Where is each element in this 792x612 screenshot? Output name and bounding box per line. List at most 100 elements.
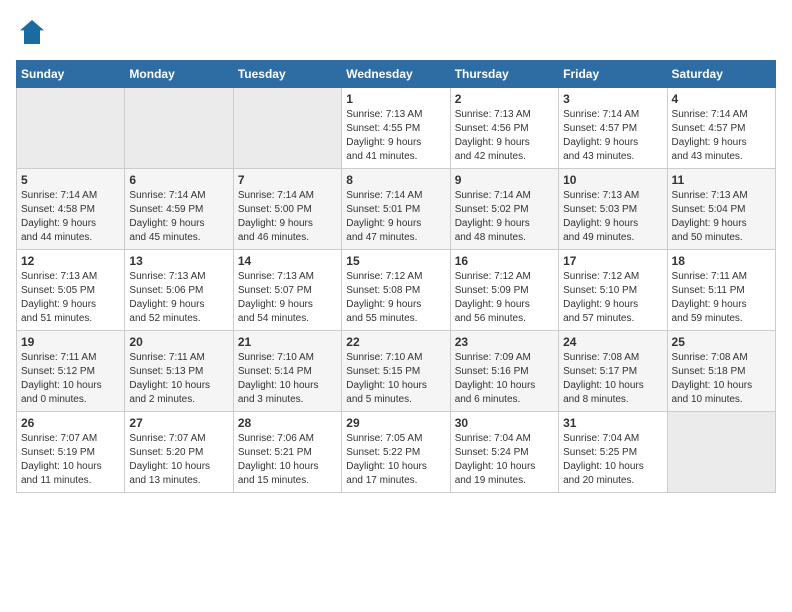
- day-number: 28: [238, 416, 337, 430]
- day-number: 8: [346, 173, 445, 187]
- calendar-cell: 26 Sunrise: 7:07 AM Sunset: 5:19 PM Dayli…: [17, 412, 125, 493]
- calendar-cell: 28 Sunrise: 7:06 AM Sunset: 5:21 PM Dayli…: [233, 412, 341, 493]
- day-info: Sunrise: 7:13 AM Sunset: 4:56 PM Dayligh…: [455, 108, 554, 164]
- day-info: Sunrise: 7:14 AM Sunset: 4:59 PM Dayligh…: [129, 189, 228, 245]
- calendar-cell: 29 Sunrise: 7:05 AM Sunset: 5:22 PM Dayli…: [342, 412, 450, 493]
- day-number: 9: [455, 173, 554, 187]
- calendar-cell: 27Sunrise: 7:07 AM Sunset: 5:20 PM Dayli…: [125, 412, 233, 493]
- day-info: Sunrise: 7:08 AM Sunset: 5:18 PM Dayligh…: [672, 351, 771, 407]
- calendar-cell: 13 Sunrise: 7:13 AM Sunset: 5:06 PM Dayli…: [125, 250, 233, 331]
- calendar-cell: 7 Sunrise: 7:14 AM Sunset: 5:00 PM Daylig…: [233, 169, 341, 250]
- day-number: 25: [672, 335, 771, 349]
- calendar-cell: 8 Sunrise: 7:14 AM Sunset: 5:01 PM Daylig…: [342, 169, 450, 250]
- day-number: 4: [672, 92, 771, 106]
- calendar-cell: 15Sunrise: 7:12 AM Sunset: 5:08 PM Dayli…: [342, 250, 450, 331]
- weekday-header: Tuesday: [233, 61, 341, 88]
- calendar-week-row: 1 Sunrise: 7:13 AM Sunset: 4:55 PM Daylig…: [17, 88, 776, 169]
- day-info: Sunrise: 7:04 AM Sunset: 5:25 PM Dayligh…: [563, 432, 662, 488]
- day-number: 19: [21, 335, 120, 349]
- day-info: Sunrise: 7:13 AM Sunset: 5:07 PM Dayligh…: [238, 270, 337, 326]
- weekday-header: Monday: [125, 61, 233, 88]
- day-info: Sunrise: 7:07 AM Sunset: 5:19 PM Dayligh…: [21, 432, 120, 488]
- day-info: Sunrise: 7:14 AM Sunset: 5:01 PM Dayligh…: [346, 189, 445, 245]
- day-number: 31: [563, 416, 662, 430]
- calendar-cell: 22 Sunrise: 7:10 AM Sunset: 5:15 PM Dayli…: [342, 331, 450, 412]
- day-info: Sunrise: 7:12 AM Sunset: 5:08 PM Dayligh…: [346, 270, 445, 326]
- calendar-cell: 25 Sunrise: 7:08 AM Sunset: 5:18 PM Dayli…: [667, 331, 775, 412]
- logo: [16, 16, 52, 48]
- day-info: Sunrise: 7:10 AM Sunset: 5:15 PM Dayligh…: [346, 351, 445, 407]
- day-info: Sunrise: 7:09 AM Sunset: 5:16 PM Dayligh…: [455, 351, 554, 407]
- weekday-header: Friday: [559, 61, 667, 88]
- calendar-cell: [17, 88, 125, 169]
- calendar-week-row: 12Sunrise: 7:13 AM Sunset: 5:05 PM Dayli…: [17, 250, 776, 331]
- day-number: 2: [455, 92, 554, 106]
- day-number: 12: [21, 254, 120, 268]
- day-number: 11: [672, 173, 771, 187]
- day-info: Sunrise: 7:13 AM Sunset: 5:04 PM Dayligh…: [672, 189, 771, 245]
- calendar-cell: [233, 88, 341, 169]
- logo-icon: [16, 16, 48, 48]
- calendar-cell: 21 Sunrise: 7:10 AM Sunset: 5:14 PM Dayli…: [233, 331, 341, 412]
- calendar-cell: 2 Sunrise: 7:13 AM Sunset: 4:56 PM Daylig…: [450, 88, 558, 169]
- calendar-cell: 19Sunrise: 7:11 AM Sunset: 5:12 PM Dayli…: [17, 331, 125, 412]
- day-info: Sunrise: 7:11 AM Sunset: 5:11 PM Dayligh…: [672, 270, 771, 326]
- day-info: Sunrise: 7:13 AM Sunset: 4:55 PM Dayligh…: [346, 108, 445, 164]
- day-info: Sunrise: 7:14 AM Sunset: 5:02 PM Dayligh…: [455, 189, 554, 245]
- calendar-cell: [125, 88, 233, 169]
- day-number: 7: [238, 173, 337, 187]
- day-info: Sunrise: 7:13 AM Sunset: 5:06 PM Dayligh…: [129, 270, 228, 326]
- calendar-cell: 17 Sunrise: 7:12 AM Sunset: 5:10 PM Dayli…: [559, 250, 667, 331]
- calendar-cell: 4 Sunrise: 7:14 AM Sunset: 4:57 PM Daylig…: [667, 88, 775, 169]
- calendar-cell: 3 Sunrise: 7:14 AM Sunset: 4:57 PM Daylig…: [559, 88, 667, 169]
- day-number: 3: [563, 92, 662, 106]
- day-info: Sunrise: 7:14 AM Sunset: 4:58 PM Dayligh…: [21, 189, 120, 245]
- page-header: [16, 16, 776, 48]
- calendar-table: SundayMondayTuesdayWednesdayThursdayFrid…: [16, 60, 776, 493]
- day-number: 20: [129, 335, 228, 349]
- weekday-header: Saturday: [667, 61, 775, 88]
- day-info: Sunrise: 7:06 AM Sunset: 5:21 PM Dayligh…: [238, 432, 337, 488]
- day-number: 23: [455, 335, 554, 349]
- calendar-cell: [667, 412, 775, 493]
- day-info: Sunrise: 7:14 AM Sunset: 4:57 PM Dayligh…: [672, 108, 771, 164]
- calendar-week-row: 5Sunrise: 7:14 AM Sunset: 4:58 PM Daylig…: [17, 169, 776, 250]
- calendar-cell: 18Sunrise: 7:11 AM Sunset: 5:11 PM Dayli…: [667, 250, 775, 331]
- calendar-cell: 14 Sunrise: 7:13 AM Sunset: 5:07 PM Dayli…: [233, 250, 341, 331]
- calendar-cell: 11 Sunrise: 7:13 AM Sunset: 5:04 PM Dayli…: [667, 169, 775, 250]
- day-number: 26: [21, 416, 120, 430]
- day-info: Sunrise: 7:10 AM Sunset: 5:14 PM Dayligh…: [238, 351, 337, 407]
- day-number: 1: [346, 92, 445, 106]
- day-info: Sunrise: 7:12 AM Sunset: 5:10 PM Dayligh…: [563, 270, 662, 326]
- day-number: 17: [563, 254, 662, 268]
- day-number: 16: [455, 254, 554, 268]
- day-number: 21: [238, 335, 337, 349]
- calendar-cell: 31 Sunrise: 7:04 AM Sunset: 5:25 PM Dayli…: [559, 412, 667, 493]
- calendar-cell: 12Sunrise: 7:13 AM Sunset: 5:05 PM Dayli…: [17, 250, 125, 331]
- day-info: Sunrise: 7:05 AM Sunset: 5:22 PM Dayligh…: [346, 432, 445, 488]
- day-number: 29: [346, 416, 445, 430]
- day-number: 14: [238, 254, 337, 268]
- day-info: Sunrise: 7:07 AM Sunset: 5:20 PM Dayligh…: [129, 432, 228, 488]
- calendar-header: SundayMondayTuesdayWednesdayThursdayFrid…: [17, 61, 776, 88]
- calendar-cell: 23 Sunrise: 7:09 AM Sunset: 5:16 PM Dayli…: [450, 331, 558, 412]
- day-number: 22: [346, 335, 445, 349]
- calendar-cell: 1 Sunrise: 7:13 AM Sunset: 4:55 PM Daylig…: [342, 88, 450, 169]
- weekday-header: Wednesday: [342, 61, 450, 88]
- day-info: Sunrise: 7:14 AM Sunset: 4:57 PM Dayligh…: [563, 108, 662, 164]
- weekday-header: Sunday: [17, 61, 125, 88]
- day-info: Sunrise: 7:08 AM Sunset: 5:17 PM Dayligh…: [563, 351, 662, 407]
- calendar-week-row: 19Sunrise: 7:11 AM Sunset: 5:12 PM Dayli…: [17, 331, 776, 412]
- calendar-cell: 5Sunrise: 7:14 AM Sunset: 4:58 PM Daylig…: [17, 169, 125, 250]
- day-number: 13: [129, 254, 228, 268]
- calendar-cell: 20 Sunrise: 7:11 AM Sunset: 5:13 PM Dayli…: [125, 331, 233, 412]
- day-number: 6: [129, 173, 228, 187]
- day-number: 24: [563, 335, 662, 349]
- calendar-cell: 9 Sunrise: 7:14 AM Sunset: 5:02 PM Daylig…: [450, 169, 558, 250]
- calendar-cell: 16Sunrise: 7:12 AM Sunset: 5:09 PM Dayli…: [450, 250, 558, 331]
- day-number: 30: [455, 416, 554, 430]
- day-info: Sunrise: 7:14 AM Sunset: 5:00 PM Dayligh…: [238, 189, 337, 245]
- calendar-cell: 24 Sunrise: 7:08 AM Sunset: 5:17 PM Dayli…: [559, 331, 667, 412]
- day-info: Sunrise: 7:11 AM Sunset: 5:13 PM Dayligh…: [129, 351, 228, 407]
- calendar-cell: 6 Sunrise: 7:14 AM Sunset: 4:59 PM Daylig…: [125, 169, 233, 250]
